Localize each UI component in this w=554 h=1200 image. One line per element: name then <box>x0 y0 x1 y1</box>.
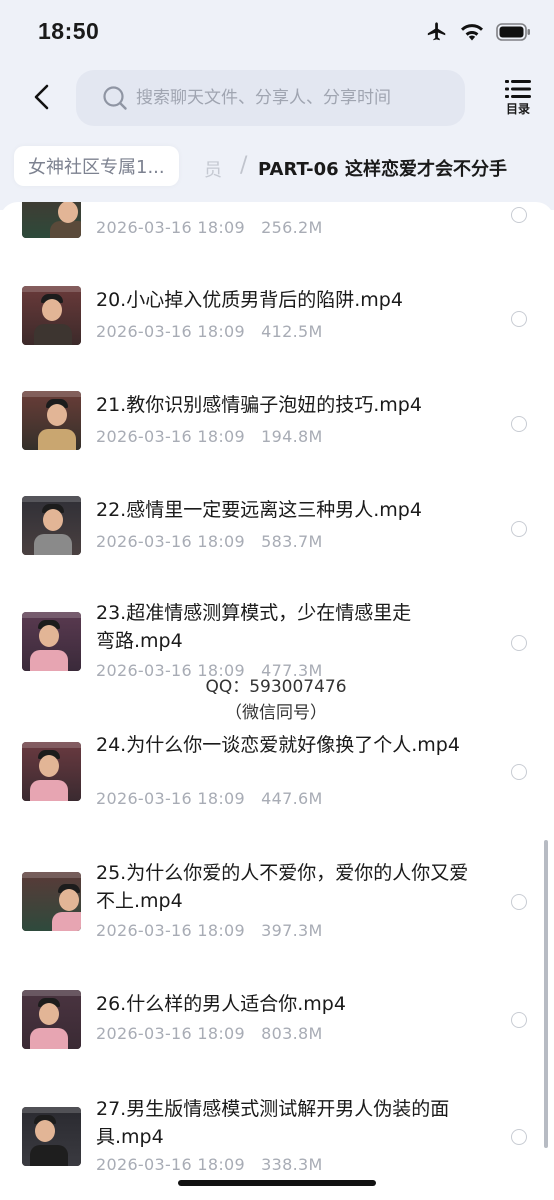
file-list: 2026-03-16 18:09 256.2M 20.小心掉入优质男背后的陷阱.… <box>0 202 554 1200</box>
select-radio[interactable] <box>511 764 527 780</box>
file-meta: 2026-03-16 18:09 583.7M <box>96 532 323 551</box>
nav-row: 目录 <box>0 68 554 128</box>
file-size: 447.6M <box>261 789 323 808</box>
scrollbar[interactable] <box>544 840 548 1148</box>
file-date: 2026-03-16 18:09 <box>96 218 245 237</box>
file-meta: 2026-03-16 18:09 194.8M <box>96 427 323 446</box>
video-thumbnail <box>22 990 81 1049</box>
airplane-icon <box>427 22 446 41</box>
select-radio[interactable] <box>511 311 527 327</box>
select-radio[interactable] <box>511 1012 527 1028</box>
status-icons <box>426 21 532 43</box>
file-title: 25.为什么你爱的人不爱你，爱你的人你又爱不上.mp4 <box>96 862 469 912</box>
list-item[interactable]: 2026-03-16 18:09 256.2M <box>0 202 554 242</box>
toc-button[interactable]: 目录 <box>496 80 540 126</box>
file-date: 2026-03-16 18:09 <box>96 322 245 341</box>
status-time: 18:50 <box>38 18 100 44</box>
file-meta: 2026-03-16 18:09 447.6M <box>96 789 323 808</box>
select-radio[interactable] <box>511 894 527 910</box>
watermark-wechat: （微信同号） <box>225 703 327 723</box>
video-thumbnail <box>22 286 81 345</box>
file-meta: 2026-03-16 18:09 256.2M <box>96 218 323 237</box>
video-thumbnail <box>22 496 81 555</box>
file-title: 22.感情里一定要远离这三种男人.mp4 <box>96 499 422 521</box>
video-thumbnail <box>22 1107 81 1166</box>
list-item[interactable]: 25.为什么你爱的人不爱你，爱你的人你又爱不上.mp4 2026-03-16 1… <box>0 859 554 979</box>
search-icon <box>103 86 127 110</box>
file-title: 21.教你识别感情骗子泡妞的技巧.mp4 <box>96 394 422 416</box>
battery-icon <box>496 23 530 41</box>
contact-watermark: QQ：593007476 （微信同号） <box>176 674 376 726</box>
list-item[interactable]: 20.小心掉入优质男背后的陷阱.mp4 2026-03-16 18:09 412… <box>0 286 554 376</box>
list-item[interactable]: 26.什么样的男人适合你.mp4 2026-03-16 18:09 803.8M <box>0 990 554 1080</box>
video-thumbnail <box>22 612 81 671</box>
breadcrumb-separator: / <box>240 153 248 178</box>
file-date: 2026-03-16 18:09 <box>96 1155 245 1174</box>
file-size: 583.7M <box>261 532 323 551</box>
file-title: 24.为什么你一谈恋爱就好像换了个人.mp4 <box>96 734 460 756</box>
file-meta: 2026-03-16 18:09 397.3M <box>96 921 323 940</box>
video-thumbnail <box>22 872 81 931</box>
toc-list-icon <box>505 80 531 98</box>
file-size: 803.8M <box>261 1024 323 1043</box>
select-radio[interactable] <box>511 1129 527 1145</box>
file-size: 397.3M <box>261 921 323 940</box>
file-title: 20.小心掉入优质男背后的陷阱.mp4 <box>96 289 403 311</box>
file-title: 23.超准情感测算模式，少在情感里走弯路.mp4 <box>96 602 412 652</box>
list-item[interactable]: 24.为什么你一谈恋爱就好像换了个人.mp4 2026-03-16 18:09 … <box>0 731 554 821</box>
file-date: 2026-03-16 18:09 <box>96 427 245 446</box>
list-item[interactable]: 21.教你识别感情骗子泡妞的技巧.mp4 2026-03-16 18:09 19… <box>0 391 554 481</box>
file-size: 256.2M <box>261 218 323 237</box>
select-radio[interactable] <box>511 635 527 651</box>
search-box[interactable] <box>76 70 465 126</box>
video-thumbnail <box>22 742 81 801</box>
file-date: 2026-03-16 18:09 <box>96 789 245 808</box>
file-size: 338.3M <box>261 1155 323 1174</box>
file-size: 412.5M <box>261 322 323 341</box>
file-date: 2026-03-16 18:09 <box>96 532 245 551</box>
select-radio[interactable] <box>511 207 527 223</box>
watermark-qq: QQ：593007476 <box>205 677 347 697</box>
breadcrumb-current: PART-06 这样恋爱才会不分手 <box>258 159 507 180</box>
list-item[interactable]: 22.感情里一定要远离这三种男人.mp4 2026-03-16 18:09 58… <box>0 496 554 586</box>
file-size: 194.8M <box>261 427 323 446</box>
toc-label: 目录 <box>505 102 530 116</box>
breadcrumb-root[interactable]: 女神社区专属1... <box>14 146 179 186</box>
file-title: 27.男生版情感模式测试解开男人伪装的面具.mp4 <box>96 1098 450 1148</box>
search-input[interactable] <box>136 88 436 108</box>
back-chevron-icon <box>34 84 49 110</box>
file-meta: 2026-03-16 18:09 412.5M <box>96 322 323 341</box>
file-date: 2026-03-16 18:09 <box>96 921 245 940</box>
video-thumbnail <box>22 391 81 450</box>
video-thumbnail <box>22 202 81 238</box>
home-indicator[interactable] <box>178 1180 376 1186</box>
select-radio[interactable] <box>511 416 527 432</box>
status-bar: 18:50 <box>0 0 554 64</box>
back-button[interactable] <box>26 80 58 114</box>
wifi-icon <box>461 24 483 41</box>
file-title: 26.什么样的男人适合你.mp4 <box>96 993 346 1015</box>
file-meta: 2026-03-16 18:09 338.3M <box>96 1155 323 1174</box>
breadcrumb-hidden-item[interactable]: 员 <box>204 156 222 182</box>
file-date: 2026-03-16 18:09 <box>96 1024 245 1043</box>
breadcrumb: 员 女神社区专属1... / PART-06 这样恋爱才会不分手 <box>0 144 554 190</box>
file-meta: 2026-03-16 18:09 803.8M <box>96 1024 323 1043</box>
select-radio[interactable] <box>511 521 527 537</box>
